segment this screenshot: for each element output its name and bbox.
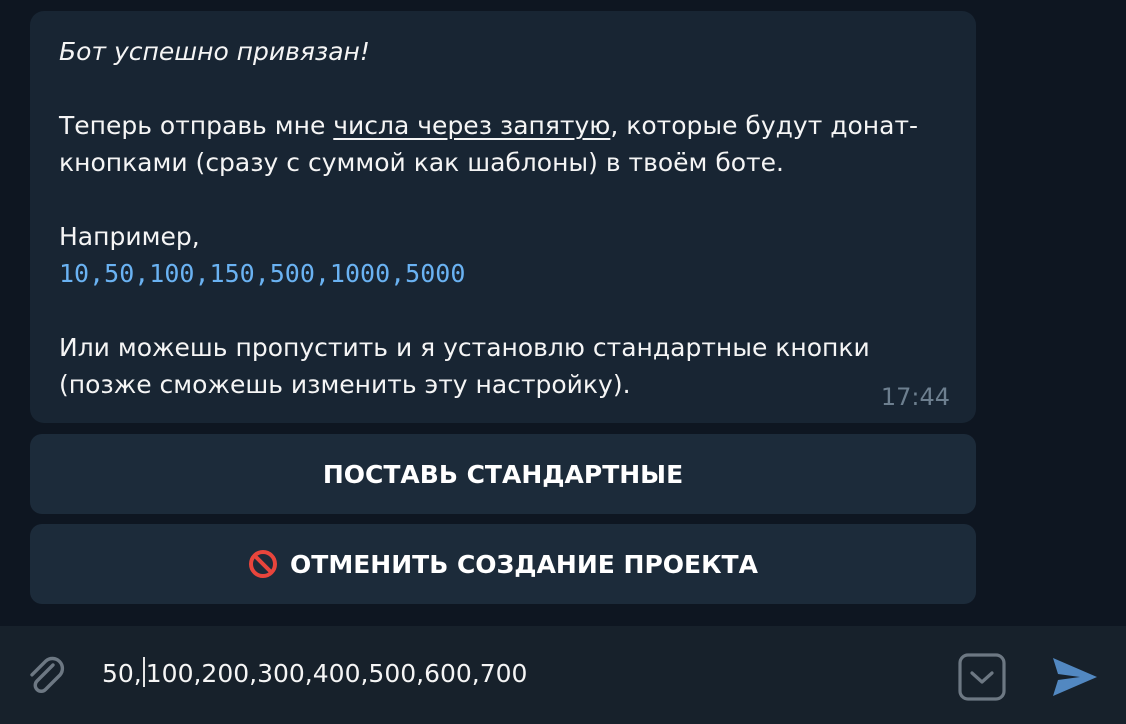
send-icon[interactable] bbox=[1050, 654, 1100, 700]
set-standard-button[interactable]: ПОСТАВЬ СТАНДАРТНЫЕ bbox=[30, 434, 976, 514]
message-input-text-end: 100,200,300,400,500,600,700 bbox=[145, 659, 528, 688]
message-title: Бот успешно привязан! bbox=[59, 37, 370, 66]
message-instruction-line-2: кнопками (сразу с суммой как шаблоны) в … bbox=[59, 148, 784, 177]
set-standard-label: ПОСТАВЬ СТАНДАРТНЫЕ bbox=[322, 459, 684, 489]
message-spacer bbox=[59, 70, 946, 107]
cancel-project-label: ОТМЕНИТЬ СОЗДАНИЕ ПРОЕКТА bbox=[290, 549, 758, 579]
message-skip-line-2: (позже сможешь изменить эту настройку). bbox=[59, 370, 631, 399]
no-entry-icon bbox=[249, 550, 278, 578]
message-time: 17:44 bbox=[880, 383, 950, 411]
message-instruction-text-end: , которые будут донат- bbox=[610, 111, 919, 140]
bot-message: Бот успешно привязан! Теперь отправь мне… bbox=[30, 11, 976, 423]
message-example-label: Например, bbox=[59, 222, 200, 251]
chat-area: Бот успешно привязан! Теперь отправь мне… bbox=[0, 0, 1126, 626]
message-skip-line-1: Или можешь пропустить и я установлю стан… bbox=[59, 333, 870, 362]
text-caret bbox=[142, 657, 145, 687]
paperclip-icon[interactable] bbox=[22, 652, 70, 700]
message-input-text: 50, bbox=[102, 659, 142, 688]
cancel-project-button[interactable]: ОТМЕНИТЬ СОЗДАНИЕ ПРОЕКТА bbox=[30, 524, 976, 604]
message-composer: 50, 100,200,300,400,500,600,700 bbox=[0, 626, 1126, 724]
keyboard-toggle-icon[interactable] bbox=[957, 652, 1007, 702]
message-instruction-text: Теперь отправь мне bbox=[59, 111, 334, 140]
message-input[interactable]: 50, 100,200,300,400,500,600,700 bbox=[102, 656, 922, 692]
message-instruction-line: Теперь отправь мне числа через запятую, … bbox=[59, 107, 946, 144]
message-spacer bbox=[59, 181, 946, 218]
message-spacer bbox=[59, 292, 946, 329]
message-highlight-link[interactable]: числа через запятую bbox=[333, 111, 610, 140]
message-example-code[interactable]: 10,50,100,150,500,1000,5000 bbox=[59, 255, 946, 292]
